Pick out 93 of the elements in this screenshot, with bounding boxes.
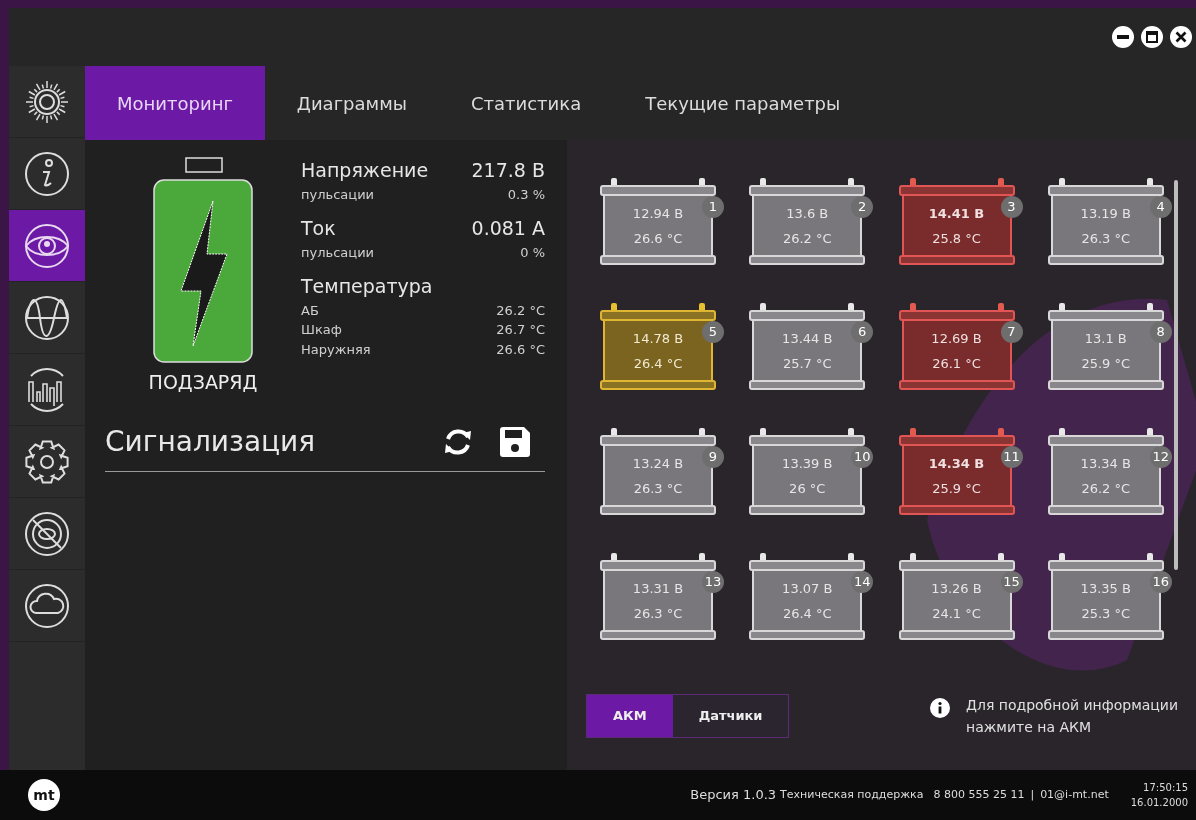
close-icon[interactable] bbox=[1170, 26, 1192, 48]
reading-value: 0.3 % bbox=[507, 185, 545, 204]
status-label: ПОДЗАРЯД bbox=[148, 370, 258, 395]
number-badge: 13 bbox=[702, 571, 724, 593]
section-title: Сигнализация bbox=[105, 423, 317, 460]
temperature-value: 25.3 °C bbox=[1081, 605, 1131, 623]
temperature-value: 26.4 °C bbox=[633, 355, 683, 373]
info-icon bbox=[930, 698, 950, 718]
voltage-value: 13.31 В bbox=[632, 579, 684, 598]
info-icon bbox=[23, 149, 71, 198]
number-badge: 10 bbox=[851, 446, 874, 468]
reading-value: 217.8 В bbox=[471, 158, 545, 183]
number-badge: 6 bbox=[851, 321, 874, 343]
voltage-value: 13.26 В bbox=[931, 579, 982, 598]
temperature-value: 25.7 °C bbox=[782, 355, 832, 373]
temperature-value: 26 °C bbox=[789, 480, 826, 498]
temperature-value: 26.2 °C bbox=[782, 230, 832, 248]
reading-label: Напряжение bbox=[301, 158, 429, 183]
battery-drawing[interactable] bbox=[600, 178, 716, 265]
reading-value: 0.081 А bbox=[471, 216, 545, 241]
battery-drawing[interactable] bbox=[1047, 178, 1164, 265]
eye-icon bbox=[23, 221, 71, 270]
number-badge: 2 bbox=[851, 196, 874, 218]
reading-label: Наружняя bbox=[301, 340, 371, 359]
voltage-value: 13.35 В bbox=[1080, 579, 1131, 598]
temperature-value: 26.6 °C bbox=[633, 230, 683, 248]
temperature-value: 26.3 °C bbox=[1081, 230, 1131, 248]
voltage-value: 13.07 В bbox=[782, 579, 833, 598]
temperature-value: 26.3 °C bbox=[633, 605, 683, 623]
clock-time: 17:50:15 bbox=[1143, 781, 1188, 795]
toggle-button[interactable]: Датчики bbox=[672, 695, 789, 737]
battery-drawing[interactable] bbox=[898, 178, 1015, 265]
hint-text: Для подробной информации нажмите на АКМ bbox=[966, 696, 1180, 737]
sine-wave-icon bbox=[23, 293, 71, 342]
logo: mt bbox=[28, 779, 60, 811]
battery-drawing[interactable] bbox=[600, 303, 716, 390]
version-text: Версия 1.0.3 bbox=[690, 786, 777, 805]
voltage-value: 13.34 В bbox=[1080, 454, 1131, 473]
cloud-icon bbox=[23, 581, 71, 630]
crossed-lens-icon bbox=[23, 509, 71, 558]
voltage-value: 12.94 В bbox=[632, 204, 684, 223]
voltage-value: 13.39 В bbox=[782, 454, 833, 473]
temperature-value: 26.3 °C bbox=[633, 480, 683, 498]
voltage-value: 13.6 В bbox=[786, 204, 829, 223]
voltage-value: 13.24 В bbox=[632, 454, 684, 473]
reading-value: 26.6 °C bbox=[496, 340, 545, 359]
temperature-value: 25.9 °C bbox=[932, 480, 981, 498]
reading-value: 26.2 °C bbox=[496, 301, 545, 320]
voltage-value: 12.69 В bbox=[931, 329, 982, 348]
email-link[interactable]: 01@i-mt.net bbox=[1040, 786, 1109, 804]
tab[interactable]: Статистика bbox=[438, 66, 614, 140]
voltage-value: 14.41 В bbox=[928, 204, 985, 223]
voltage-value: 14.78 В bbox=[632, 329, 684, 348]
temperature-value: 24.1 °C bbox=[932, 605, 981, 623]
battery-drawing[interactable] bbox=[600, 428, 716, 515]
number-badge: 9 bbox=[702, 446, 724, 468]
battery-drawing[interactable] bbox=[898, 303, 1015, 390]
reading-label: пульсации bbox=[301, 243, 375, 262]
reading-label: пульсации bbox=[301, 185, 375, 204]
tab[interactable]: Текущие параметры bbox=[613, 66, 873, 140]
gear-icon bbox=[23, 437, 71, 486]
reading-label: Шкаф bbox=[301, 321, 342, 339]
toggle-button[interactable]: АКМ bbox=[587, 695, 673, 737]
number-badge: 5 bbox=[702, 321, 724, 343]
reading-value: 26.7 °C bbox=[496, 321, 545, 339]
temperature-value: 26.2 °C bbox=[1081, 480, 1131, 498]
number-badge: 14 bbox=[851, 571, 874, 593]
battery-drawing[interactable] bbox=[749, 178, 866, 265]
separator-text: | bbox=[1030, 786, 1035, 803]
temperature-value: 26.1 °C bbox=[932, 355, 981, 373]
reading-label: Температура bbox=[301, 274, 433, 299]
voltage-value: 13.1 В bbox=[1084, 329, 1127, 348]
maximize-icon[interactable] bbox=[1141, 26, 1163, 48]
tab[interactable]: Диаграммы bbox=[264, 66, 439, 140]
reading-label: АБ bbox=[301, 301, 319, 320]
scrollbar-thumb[interactable] bbox=[1174, 180, 1178, 570]
support-label: Техническая поддержка bbox=[780, 786, 924, 803]
number-badge: 1 bbox=[702, 196, 724, 218]
voltage-value: 13.44 В bbox=[782, 329, 833, 348]
reading-label: Ток bbox=[301, 216, 336, 241]
tab[interactable]: Мониторинг bbox=[85, 66, 265, 140]
temperature-value: 25.8 °C bbox=[932, 230, 981, 248]
voltage-value: 13.19 В bbox=[1080, 204, 1131, 223]
clock-date: 16.01.2000 bbox=[1130, 796, 1188, 810]
reading-value: 0 % bbox=[520, 243, 545, 262]
voltage-value: 14.34 В bbox=[928, 454, 985, 473]
sidebar-item[interactable] bbox=[9, 210, 85, 282]
battery-drawing[interactable] bbox=[1047, 303, 1164, 390]
minimize-icon[interactable] bbox=[1112, 26, 1134, 48]
temperature-value: 25.9 °C bbox=[1081, 355, 1131, 373]
temperature-value: 26.4 °C bbox=[782, 605, 832, 623]
phone-number: 8 800 555 25 11 bbox=[933, 786, 1025, 803]
battery-drawing[interactable] bbox=[749, 303, 866, 390]
